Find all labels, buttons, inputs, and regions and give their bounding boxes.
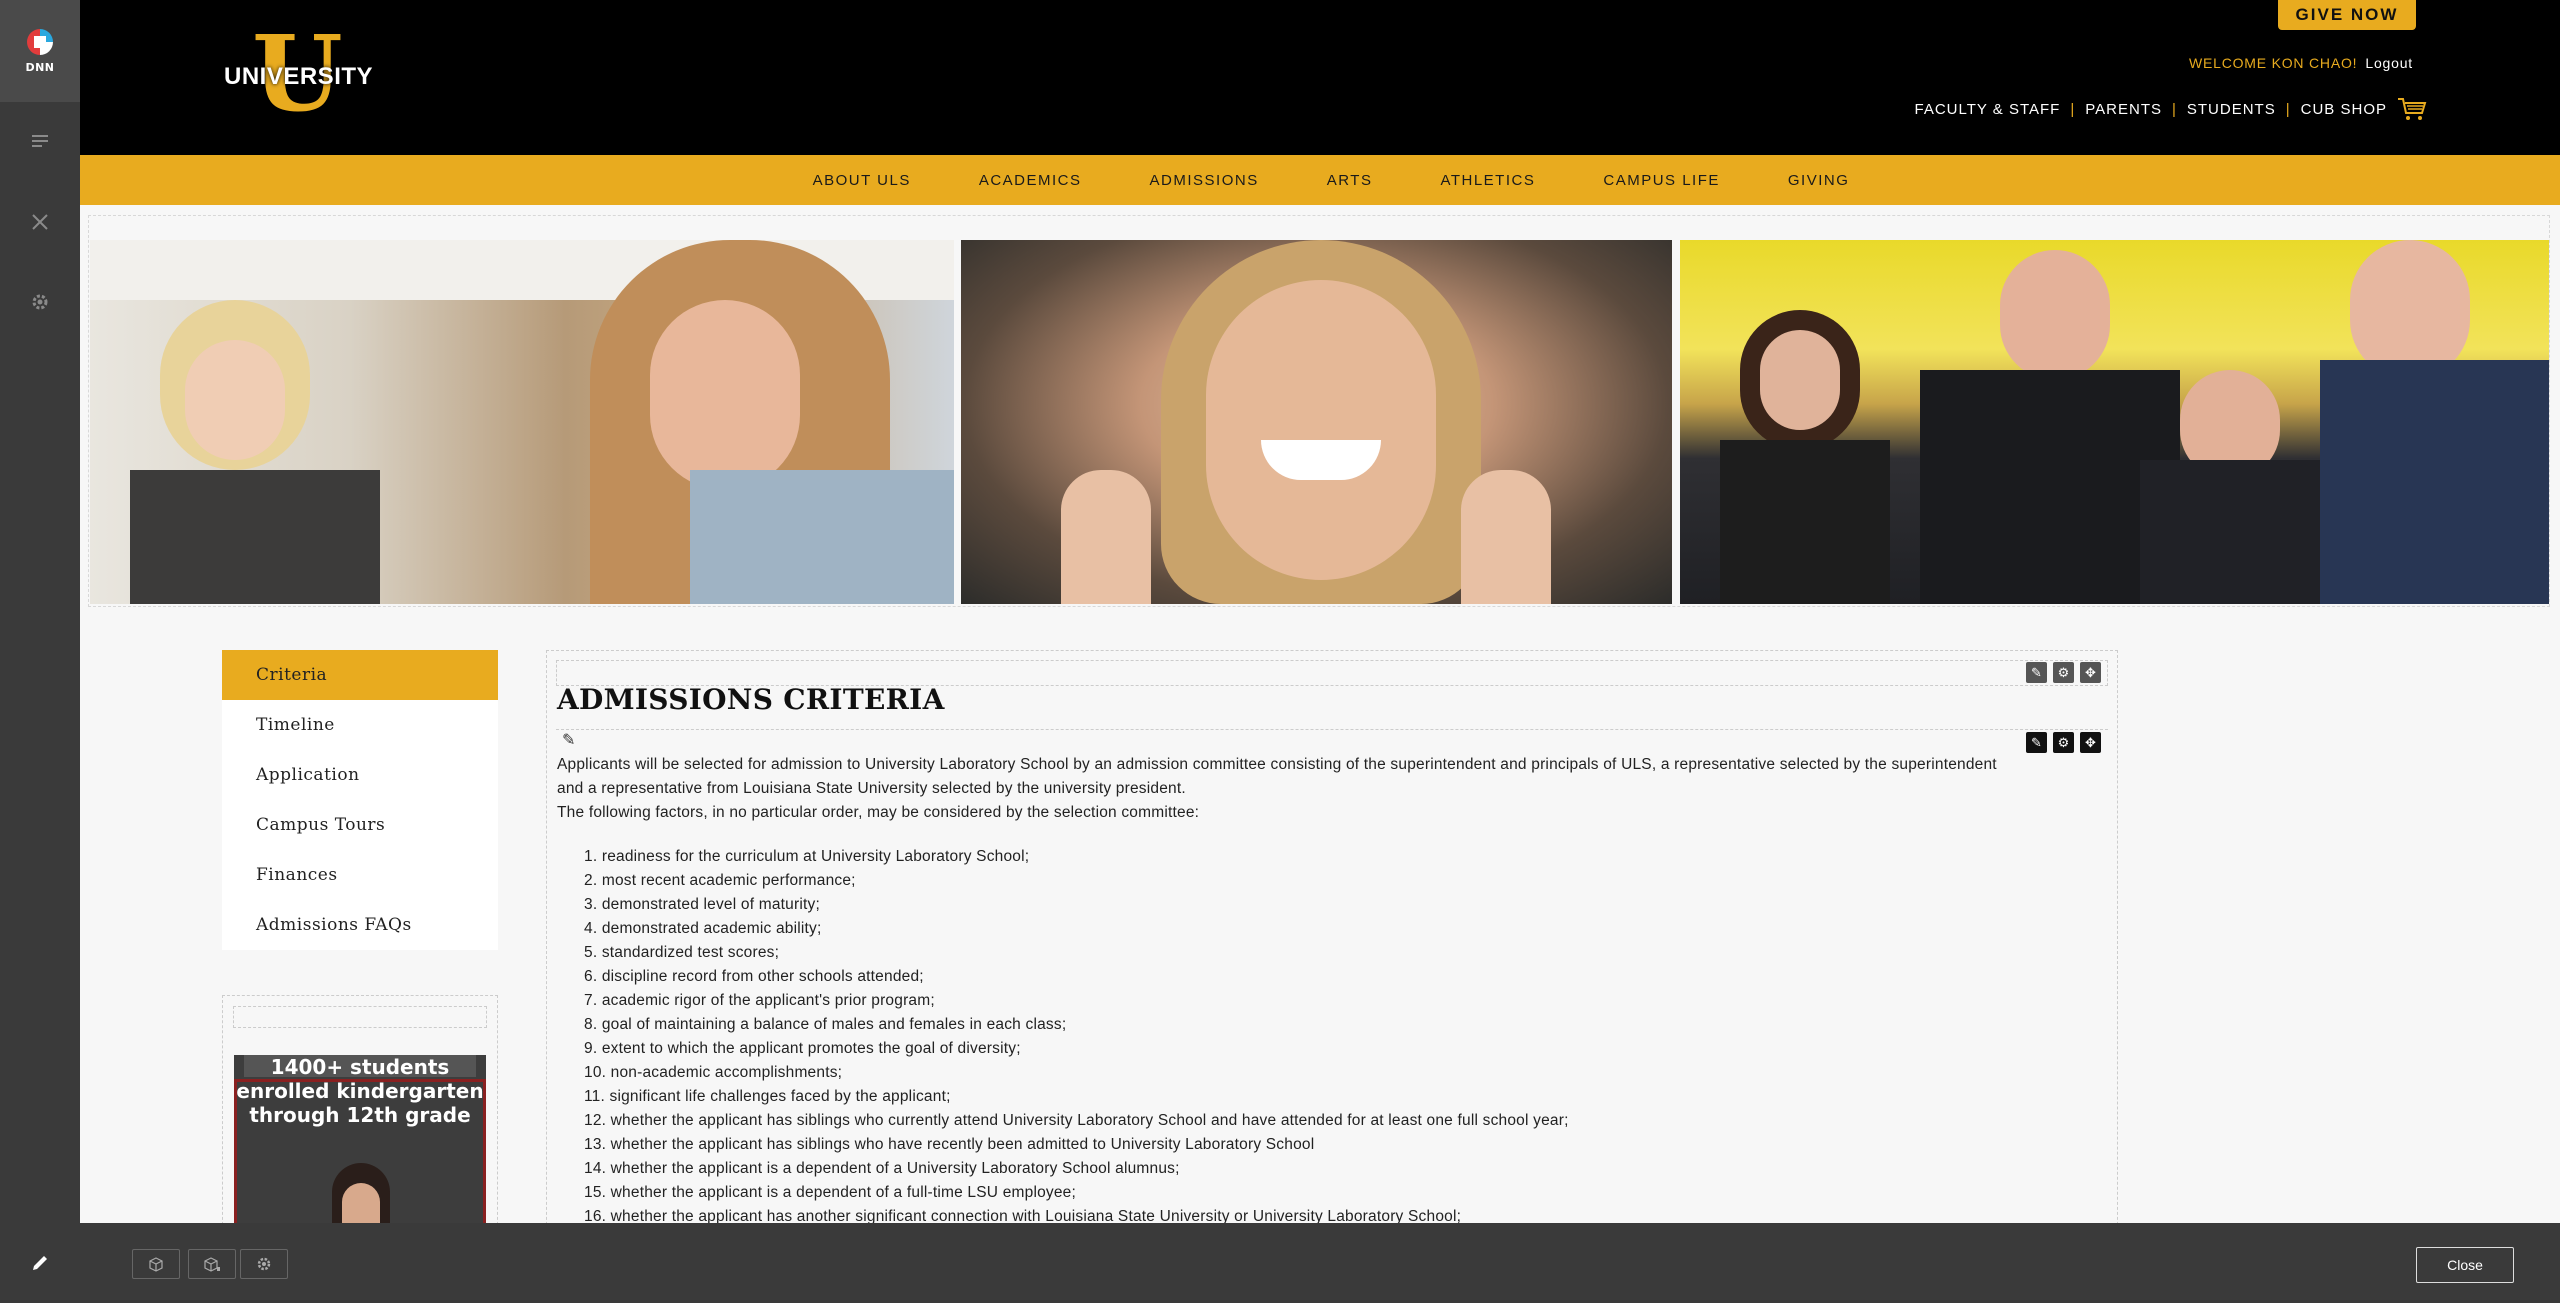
- submenu-timeline[interactable]: Timeline: [222, 700, 498, 750]
- utility-link-cub-shop[interactable]: CUB SHOP: [2301, 101, 2387, 118]
- close-button[interactable]: Close: [2416, 1247, 2514, 1283]
- list-item: 3. demonstrated level of maturity;: [584, 896, 820, 913]
- logo-word: UNIVERSITY: [224, 63, 374, 90]
- welcome-text: WELCOME KON CHAO!: [2188, 55, 2358, 71]
- utility-link-parents[interactable]: PARENTS: [2085, 101, 2162, 118]
- utility-link-faculty[interactable]: FACULTY & STAFF: [1914, 101, 2060, 118]
- move-arrows-icon[interactable]: ✥: [2080, 662, 2101, 683]
- promo-image[interactable]: 1400+ students enrolled kindergarten thr…: [234, 1055, 486, 1235]
- edit-pencil-icon[interactable]: [0, 1223, 80, 1303]
- add-module-icon[interactable]: [132, 1249, 180, 1279]
- utility-nav: FACULTY & STAFF | PARENTS | STUDENTS | C…: [1914, 96, 2427, 122]
- admissions-intro: Applicants will be selected for admissio…: [557, 753, 2027, 825]
- list-item: 4. demonstrated academic ability;: [584, 920, 822, 937]
- edit-bar: Close: [80, 1223, 2560, 1303]
- module-settings-gear-icon[interactable]: ⚙: [2053, 662, 2074, 683]
- main-navigation: ABOUT ULS ACADEMICS ADMISSIONS ARTS ATHL…: [80, 155, 2560, 205]
- list-item: 2. most recent academic performance;: [584, 872, 856, 889]
- page-settings-gear-icon[interactable]: [240, 1249, 288, 1279]
- settings-gear-icon[interactable]: [0, 262, 80, 342]
- nav-giving[interactable]: GIVING: [1788, 172, 1850, 189]
- dnn-logo[interactable]: DNN: [0, 0, 80, 102]
- nav-athletics[interactable]: ATHLETICS: [1440, 172, 1535, 189]
- nav-arts[interactable]: ARTS: [1327, 172, 1373, 189]
- html-module-tools: ✎ ⚙ ✥: [2026, 732, 2101, 753]
- nav-academics[interactable]: ACADEMICS: [979, 172, 1082, 189]
- dnn-brand-text: DNN: [25, 60, 55, 74]
- list-item: 11. significant life challenges faced by…: [584, 1088, 951, 1105]
- page-title: ADMISSIONS CRITERIA: [557, 683, 945, 716]
- list-item: 7. academic rigor of the applicant's pri…: [584, 992, 935, 1009]
- logout-link[interactable]: Logout: [2365, 55, 2413, 71]
- nav-separator: |: [2171, 100, 2177, 118]
- admissions-submenu: Criteria Timeline Application Campus Tou…: [222, 650, 498, 950]
- submenu-criteria[interactable]: Criteria: [222, 650, 498, 700]
- list-item: 6. discipline record from other schools …: [584, 968, 924, 985]
- dnn-logo-icon: [27, 28, 53, 55]
- submenu-application[interactable]: Application: [222, 750, 498, 800]
- submenu-finances[interactable]: Finances: [222, 850, 498, 900]
- html-module-bar: [556, 729, 2108, 755]
- title-module-tools: ✎ ⚙ ✥: [2026, 662, 2101, 683]
- list-item: 13. whether the applicant has siblings w…: [584, 1136, 1315, 1153]
- nav-separator: |: [2285, 100, 2291, 118]
- list-item: 10. non-academic accomplishments;: [584, 1064, 843, 1081]
- move-arrows-icon[interactable]: ✥: [2080, 732, 2101, 753]
- inline-edit-pencil-icon[interactable]: ✎: [562, 730, 575, 750]
- module-action-bar: [233, 1006, 487, 1028]
- intro-lead: The following factors, in no particular …: [557, 804, 1200, 821]
- hero-image-group-photo: [1680, 240, 2549, 604]
- hero-image-high-five: [90, 240, 954, 604]
- shopping-cart-icon[interactable]: [2397, 96, 2427, 122]
- intro-paragraph: Applicants will be selected for admissio…: [557, 756, 1997, 797]
- add-existing-module-icon[interactable]: [188, 1249, 236, 1279]
- list-item: 14. whether the applicant is a dependent…: [584, 1160, 1180, 1177]
- edit-pencil-icon[interactable]: ✎: [2026, 662, 2047, 683]
- list-item: 12. whether the applicant has siblings w…: [584, 1112, 1569, 1129]
- list-item: 8. goal of maintaining a balance of male…: [584, 1016, 1067, 1033]
- nav-about-uls[interactable]: ABOUT ULS: [813, 172, 911, 189]
- submenu-campus-tours[interactable]: Campus Tours: [222, 800, 498, 850]
- list-item: 1. readiness for the curriculum at Unive…: [584, 848, 1030, 865]
- module-settings-gear-icon[interactable]: ⚙: [2053, 732, 2074, 753]
- promo-text: 1400+ students enrolled kindergarten thr…: [236, 1055, 484, 1127]
- nav-campus-life[interactable]: CAMPUS LIFE: [1603, 172, 1720, 189]
- submenu-admissions-faqs[interactable]: Admissions FAQs: [222, 900, 498, 950]
- university-logo[interactable]: U UNIVERSITY: [224, 22, 374, 126]
- edit-pencil-icon[interactable]: ✎: [2026, 732, 2047, 753]
- nav-admissions[interactable]: ADMISSIONS: [1150, 172, 1259, 189]
- list-item: 15. whether the applicant is a dependent…: [584, 1184, 1077, 1201]
- nav-separator: |: [2070, 100, 2076, 118]
- utility-link-students[interactable]: STUDENTS: [2187, 101, 2276, 118]
- selection-factors-list: 1. readiness for the curriculum at Unive…: [584, 845, 1569, 1229]
- list-item: 9. extent to which the applicant promote…: [584, 1040, 1021, 1057]
- tools-icon[interactable]: [0, 182, 80, 262]
- hero-image-smiling-girl: [961, 240, 1672, 604]
- welcome-area: WELCOME KON CHAO! Logout: [2189, 55, 2413, 71]
- content-icon[interactable]: [0, 102, 80, 182]
- give-now-button[interactable]: GIVE NOW: [2278, 0, 2416, 30]
- list-item: 5. standardized test scores;: [584, 944, 780, 961]
- site-header: U UNIVERSITY GIVE NOW WELCOME KON CHAO! L…: [80, 0, 2560, 155]
- persona-bar: DNN: [0, 0, 80, 1303]
